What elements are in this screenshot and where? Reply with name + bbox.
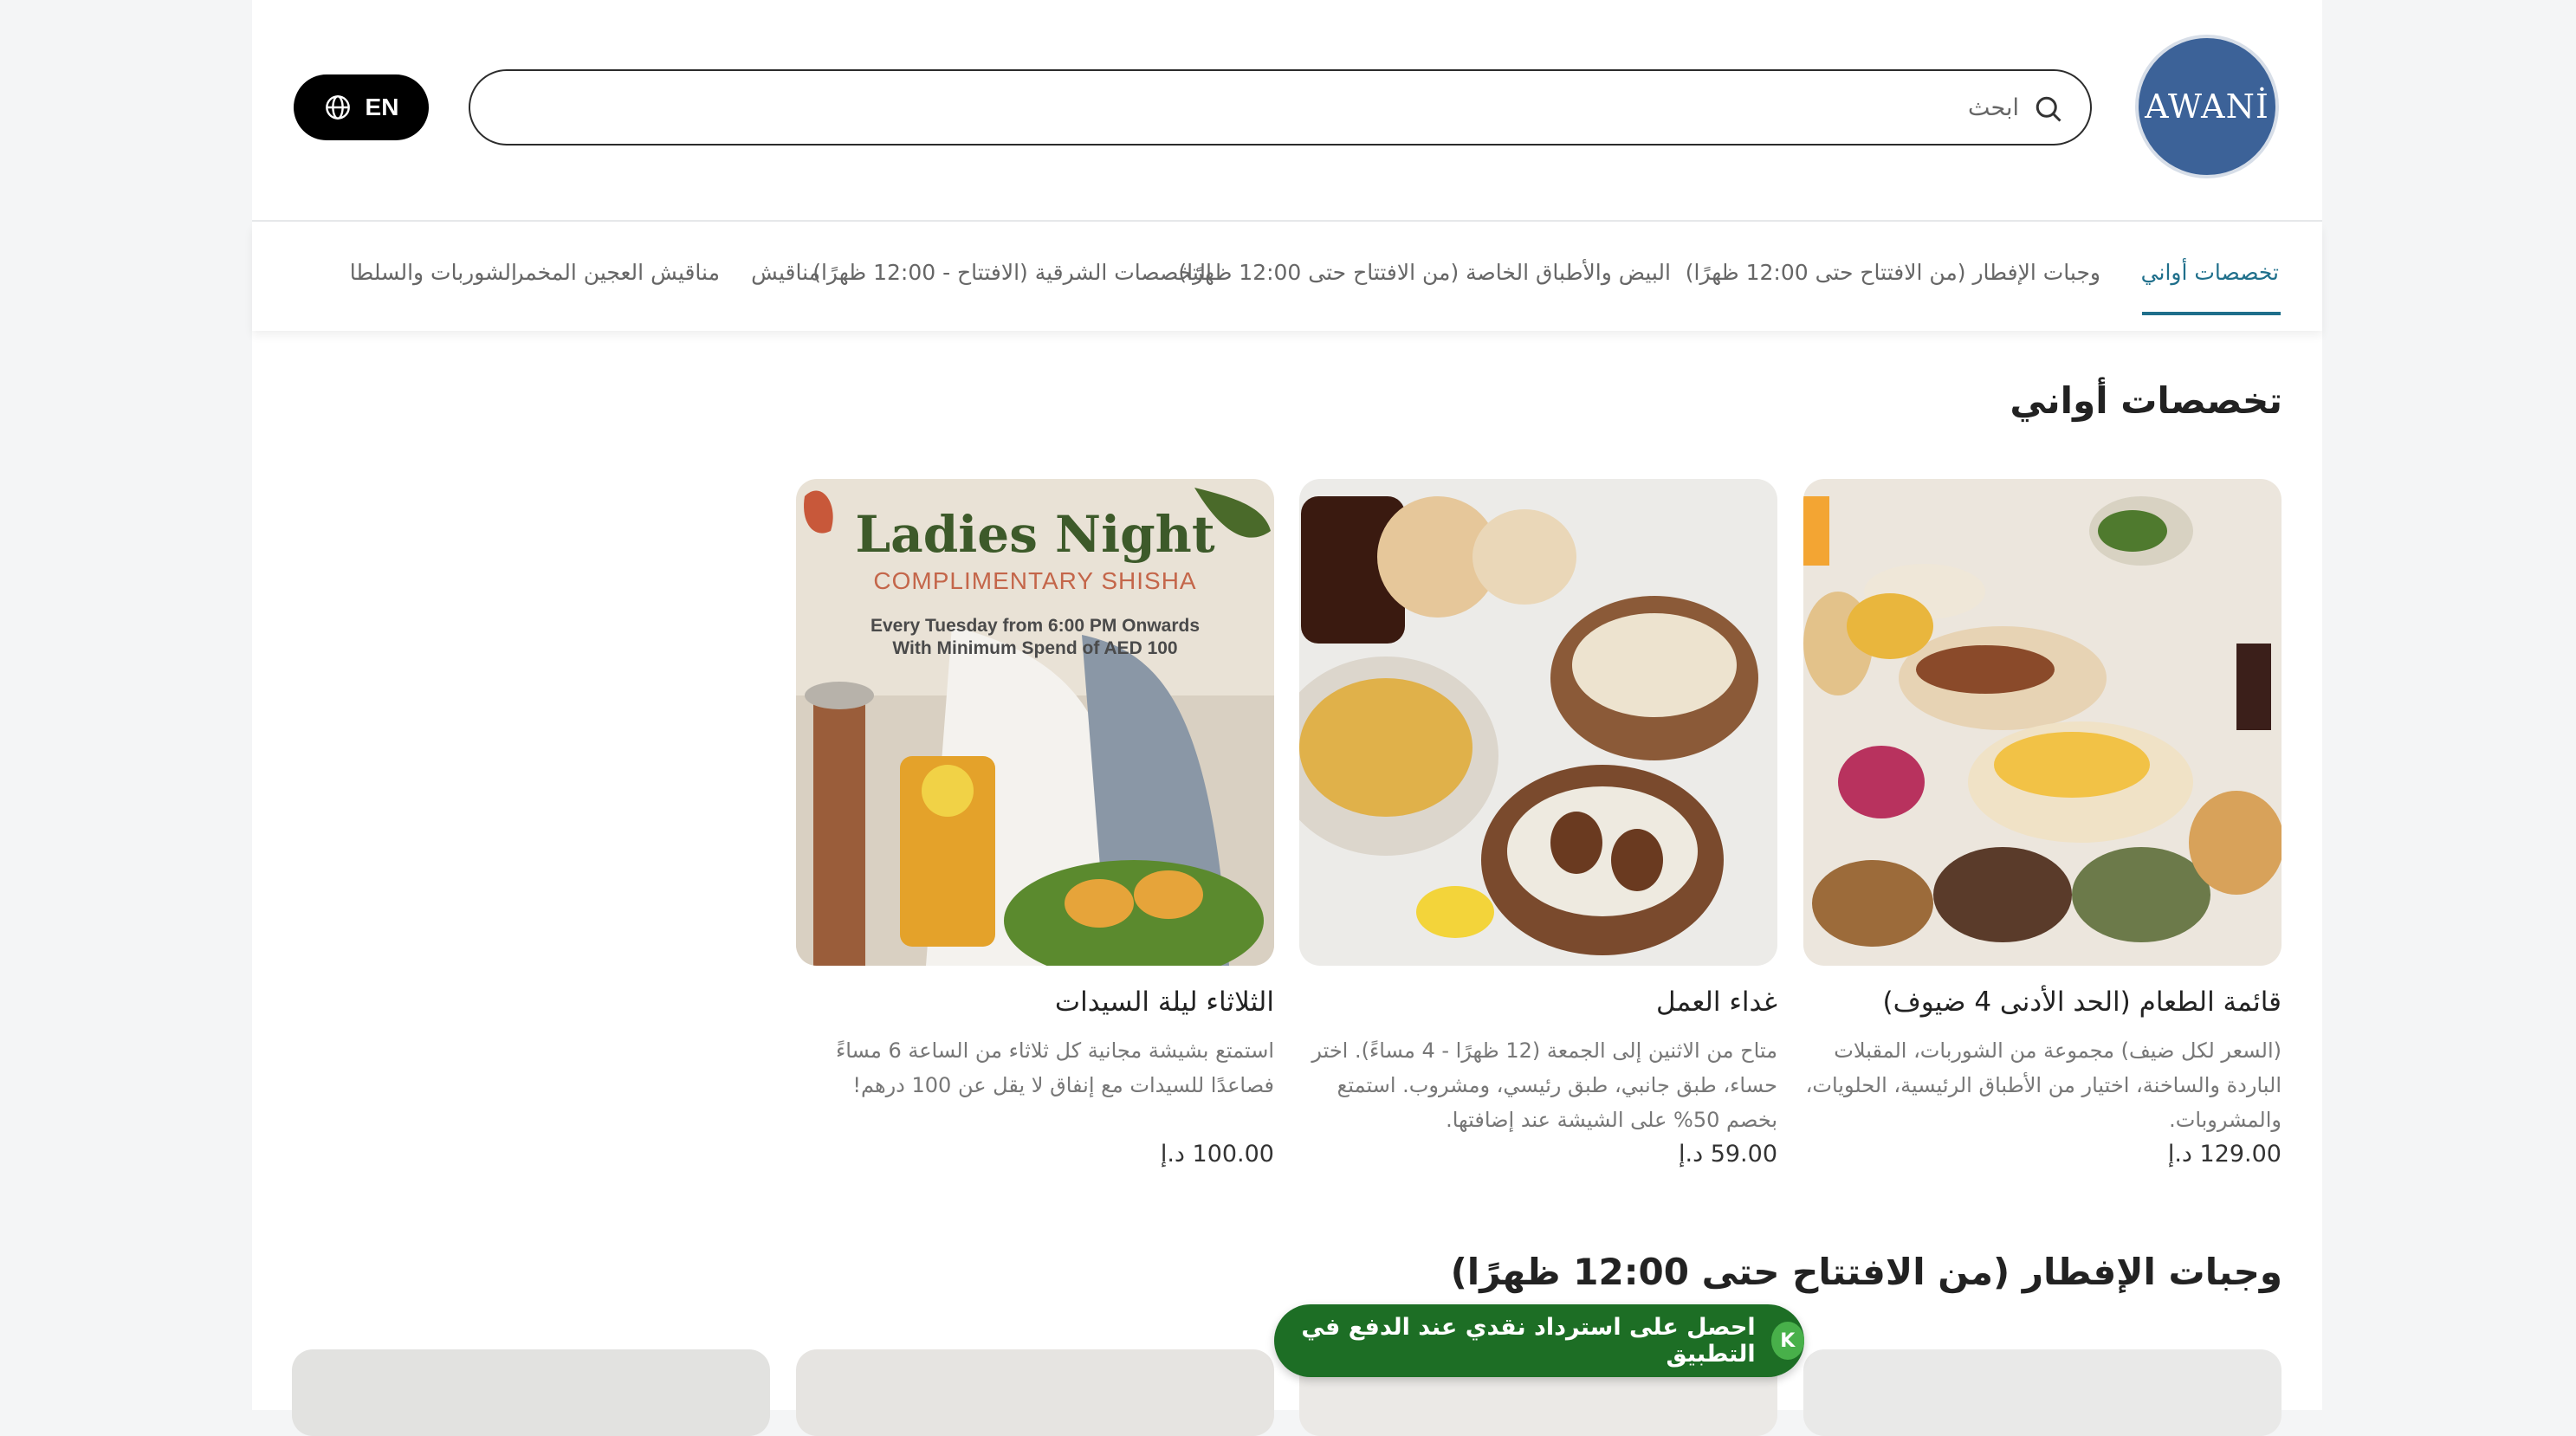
menu-item-price: 129.00 د.إ (2167, 1141, 2282, 1168)
menu-item-description: متاح من الاثنين إلى الجمعة (12 ظهرًا - 4… (1311, 1038, 1777, 1132)
tab-sourdough-manakish[interactable]: مناقيش العجين المخمر (513, 260, 720, 285)
menu-item-title: غداء العمل (1656, 986, 1777, 1018)
tab-eggs-specials[interactable]: البيض والأطباق الخاصة (من الافتتاح حتى 1… (1178, 260, 1671, 285)
promo-label: احصل على استرداد نقدي عند الدفع في التطب… (1301, 1314, 1756, 1368)
menu-item-description: استمتع بشيشة مجانية كل ثلاثاء من الساعة … (835, 1038, 1274, 1097)
menu-item-card[interactable] (1803, 1349, 2282, 1436)
cashback-promo-button[interactable]: K احصل على استرداد نقدي عند الدفع في الت… (1274, 1304, 1804, 1377)
logo-text: AWANİ (2145, 87, 2269, 126)
menu-item-price: 100.00 د.إ (1160, 1141, 1274, 1168)
menu-item-title: الثلاثاء ليلة السيدات (1054, 986, 1274, 1018)
tab-soups-salads[interactable]: الشوربات والسلطا (350, 260, 517, 285)
tab-breakfast[interactable]: وجبات الإفطار (من الافتتاح حتى 12:00 ظهر… (1686, 260, 2100, 285)
menu-item-image[interactable] (1299, 479, 1777, 966)
page: AWANİ EN تخصصات أواني وجبات الإفطار (من … (252, 0, 2322, 1436)
promo-image-subheadline: COMPLIMENTARY SHISHA (873, 567, 1197, 594)
tab-awani-specialties[interactable]: تخصصات أواني (2141, 260, 2279, 285)
tab-oriental-specialties[interactable]: التخصصات الشرقية (الافتتاح - 12:00 ظهرًا… (812, 260, 1212, 285)
language-toggle-button[interactable]: EN (294, 74, 429, 140)
promo-image-line1: Every Tuesday from 6:00 PM Onwards (870, 616, 1201, 636)
menu-item-price: 59.00 د.إ (1679, 1141, 1777, 1168)
active-tab-indicator (2142, 312, 2281, 315)
menu-item-description: (السعر لكل ضيف) مجموعة من الشوربات، المق… (1805, 1038, 2282, 1132)
search-bar[interactable] (469, 69, 2092, 146)
menu-item-card[interactable] (796, 1349, 1274, 1436)
header: AWANİ EN (252, 0, 2322, 222)
tab-manakish[interactable]: مناقيش (751, 260, 820, 285)
menu-item-image[interactable]: Ladies Night COMPLIMENTARY SHISHA Every … (796, 479, 1274, 966)
category-tabs: تخصصات أواني وجبات الإفطار (من الافتتاح … (252, 223, 2322, 331)
globe-icon (325, 95, 350, 120)
language-label: EN (365, 94, 399, 120)
search-input[interactable] (547, 71, 2019, 144)
promo-image-headline: Ladies Night (855, 505, 1215, 564)
menu-item-title: قائمة الطعام (الحد الأدنى 4 ضيوف) (1882, 986, 2282, 1018)
section-title: وجبات الإفطار (من الافتتاح حتى 12:00 ظهر… (1450, 1251, 2282, 1293)
menu-item-image[interactable] (1803, 479, 2282, 966)
app-icon: K (1770, 1322, 1804, 1360)
promo-image-line2: With Minimum Spend of AED 100 (892, 638, 1178, 658)
brand-logo[interactable]: AWANİ (2135, 35, 2279, 178)
section-title: تخصصات أواني (2010, 379, 2282, 422)
menu-item-card[interactable] (292, 1349, 770, 1436)
search-icon (2036, 96, 2061, 122)
